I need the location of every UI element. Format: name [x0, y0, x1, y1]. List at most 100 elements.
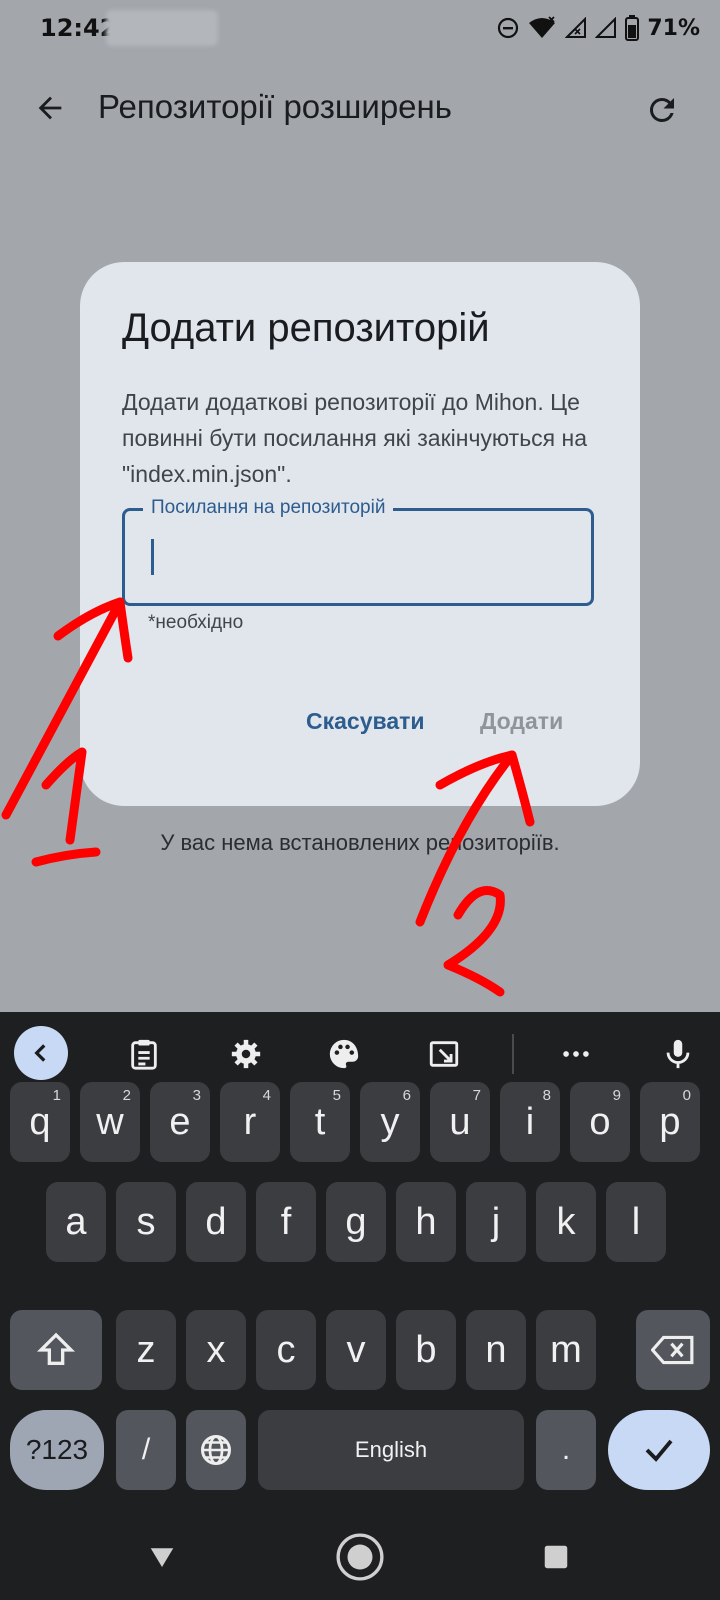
symbols-key[interactable]: ?123	[10, 1410, 104, 1490]
key-s[interactable]: s	[116, 1182, 176, 1262]
more-options-button[interactable]	[554, 1032, 598, 1076]
key-e[interactable]: e3	[150, 1082, 210, 1162]
key-x[interactable]: x	[186, 1310, 246, 1390]
key-p[interactable]: p0	[640, 1082, 700, 1162]
do-not-disturb-icon	[497, 17, 519, 39]
required-helper-text: *необхідно	[148, 612, 244, 633]
chevron-left-icon	[34, 1044, 46, 1062]
backspace-key[interactable]	[636, 1310, 710, 1390]
globe-icon	[201, 1435, 231, 1465]
status-bar: 12:42 71%	[0, 0, 720, 56]
key-label: p	[659, 1100, 681, 1143]
repo-url-input[interactable]	[149, 533, 573, 579]
repo-url-label: Посилання на репозиторій	[143, 497, 394, 519]
key-u[interactable]: u7	[430, 1082, 490, 1162]
key-label: g	[345, 1200, 367, 1243]
dialog-title: Додати репозиторій	[122, 306, 490, 350]
refresh-button[interactable]	[642, 90, 682, 130]
keyboard-toolbar	[0, 1012, 720, 1088]
resize-icon	[429, 1041, 459, 1067]
shift-key[interactable]	[10, 1310, 102, 1390]
key-r[interactable]: r4	[220, 1082, 280, 1162]
shift-icon	[36, 1332, 76, 1365]
key-number-hint: 7	[472, 1087, 481, 1104]
key-number-hint: 8	[542, 1087, 551, 1104]
wifi-icon	[527, 16, 557, 40]
key-i[interactable]: i8	[500, 1082, 560, 1162]
cancel-button[interactable]: Скасувати	[306, 708, 425, 735]
nav-home-button[interactable]	[335, 1532, 385, 1582]
palette-icon	[329, 1039, 359, 1069]
repo-url-field[interactable]: Посилання на репозиторій	[122, 497, 594, 606]
space-key[interactable]: English	[258, 1410, 524, 1490]
square-icon	[544, 1545, 568, 1569]
key-w[interactable]: w2	[80, 1082, 140, 1162]
key-y[interactable]: y6	[360, 1082, 420, 1162]
floating-keyboard-button[interactable]	[422, 1032, 466, 1076]
key-label: b	[415, 1328, 437, 1371]
language-key[interactable]	[186, 1410, 246, 1490]
nav-recents-button[interactable]	[531, 1532, 581, 1582]
key-g[interactable]: g	[326, 1182, 386, 1262]
key-label: i	[525, 1100, 535, 1143]
back-button[interactable]	[28, 86, 72, 130]
key-z[interactable]: z	[116, 1310, 176, 1390]
period-key[interactable]: .	[536, 1410, 596, 1490]
microphone-icon	[666, 1039, 690, 1069]
key-number-hint: 3	[192, 1087, 201, 1104]
slash-key[interactable]: /	[116, 1410, 176, 1490]
key-label: f	[280, 1200, 292, 1243]
triangle-down-icon	[150, 1548, 174, 1567]
toolbar-divider	[512, 1034, 514, 1074]
signal-icon-2	[595, 17, 617, 39]
settings-button[interactable]	[224, 1032, 268, 1076]
arrow-back-icon	[38, 96, 62, 120]
collapse-toolbar-button[interactable]	[14, 1026, 68, 1080]
key-b[interactable]: b	[396, 1310, 456, 1390]
key-m[interactable]: m	[536, 1310, 596, 1390]
clipboard-icon	[131, 1039, 157, 1070]
empty-state-message: У вас нема встановлених репозиторіїв.	[160, 830, 560, 855]
battery-icon	[625, 15, 640, 41]
key-c[interactable]: c	[256, 1310, 316, 1390]
nav-back-button[interactable]	[137, 1532, 187, 1582]
dialog-description: Додати додаткові репозиторії до Mihon. Ц…	[122, 389, 588, 487]
key-label: l	[631, 1200, 641, 1243]
add-button[interactable]: Додати	[480, 708, 563, 735]
voice-input-button[interactable]	[656, 1032, 700, 1076]
key-d[interactable]: d	[186, 1182, 246, 1262]
key-n[interactable]: n	[466, 1310, 526, 1390]
key-number-hint: 0	[682, 1087, 691, 1104]
key-label: s	[136, 1200, 156, 1243]
key-label: c	[276, 1328, 296, 1371]
battery-percent: 71%	[647, 15, 700, 41]
key-number-hint: 6	[402, 1087, 411, 1104]
clipboard-button[interactable]	[122, 1032, 166, 1076]
key-number-hint: 9	[612, 1087, 621, 1104]
key-label: e	[169, 1100, 191, 1143]
key-label: q	[29, 1100, 51, 1143]
theme-button[interactable]	[322, 1032, 366, 1076]
key-label: y	[380, 1100, 400, 1143]
status-time: 12:42	[40, 14, 117, 42]
key-label: j	[491, 1200, 501, 1243]
key-label: m	[550, 1328, 582, 1371]
add-repo-dialog: Додати репозиторій Додати додаткові репо…	[80, 262, 640, 806]
key-q[interactable]: q1	[10, 1082, 70, 1162]
key-v[interactable]: v	[326, 1310, 386, 1390]
key-l[interactable]: l	[606, 1182, 666, 1262]
text-cursor	[151, 539, 154, 575]
system-navigation-bar	[0, 1512, 720, 1600]
status-notification-icons-blurred	[106, 10, 218, 46]
key-k[interactable]: k	[536, 1182, 596, 1262]
enter-key[interactable]	[608, 1410, 710, 1490]
key-label: r	[243, 1100, 257, 1143]
key-a[interactable]: a	[46, 1182, 106, 1262]
key-label: d	[205, 1200, 227, 1243]
key-t[interactable]: t5	[290, 1082, 350, 1162]
key-h[interactable]: h	[396, 1182, 456, 1262]
key-j[interactable]: j	[466, 1182, 526, 1262]
key-o[interactable]: o9	[570, 1082, 630, 1162]
key-label: w	[96, 1100, 124, 1143]
key-f[interactable]: f	[256, 1182, 316, 1262]
